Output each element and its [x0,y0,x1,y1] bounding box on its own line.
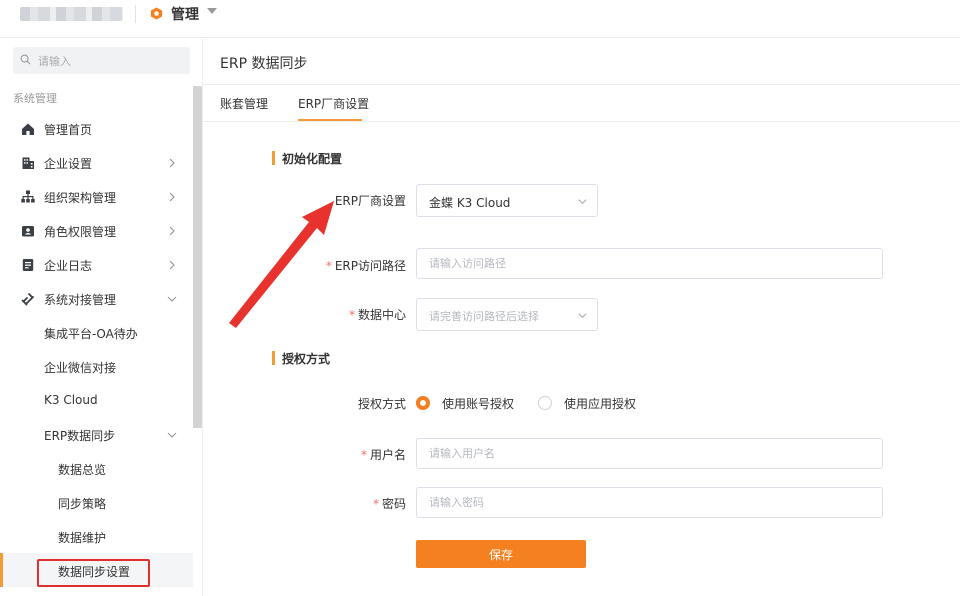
sidebar-item-label: 企业日志 [44,259,93,273]
datacenter-select[interactable]: 请完善访问路径后选择 [416,298,598,331]
sidebar-item-label: 组织架构管理 [44,191,117,205]
chevron-right-icon [169,260,175,270]
sidebar-subitem-label: K3 Cloud [44,393,98,407]
datacenter-select-placeholder: 请完善访问路径后选择 [429,310,539,323]
auth-mode-label: 授权方式 [357,397,406,411]
sidebar-item-enterprise-log[interactable]: 企业日志 [0,250,193,280]
required-mark: * [325,259,332,273]
id-card-icon [22,226,34,237]
password-input[interactable] [416,487,883,518]
vendor-label: ERP厂商设置 [334,194,406,208]
link-icon [21,293,34,306]
org-chart-icon [21,190,35,203]
sidebar-subitem-label: 企业微信对接 [44,361,117,375]
password-label-text: 密码 [381,497,406,511]
sidebar-item-label: 管理首页 [44,123,93,137]
datacenter-label-text: 数据中心 [357,308,406,322]
username-input[interactable] [416,438,883,469]
sidebar-scrollbar[interactable] [193,86,202,428]
section-title-init: 初始化配置 [272,150,342,167]
chevron-down-icon [578,199,587,205]
sidebar-subitem-sync-strategy[interactable]: 同步策略 [0,488,193,518]
vendor-select[interactable]: 金蝶 K3 Cloud [416,184,598,217]
required-mark: * [360,448,367,462]
username-label-text: 用户名 [369,448,406,462]
sidebar-subitem-label: 数据总览 [58,463,107,477]
sidebar-item-label: 企业设置 [44,157,93,171]
radio-app-auth[interactable] [538,396,552,410]
chevron-down-icon [167,432,177,438]
chevron-right-icon [169,192,175,202]
app-switcher-title[interactable]: 管理 [171,4,199,24]
sidebar-subitem-erp-sync[interactable]: ERP数据同步 [0,420,193,450]
caret-down-icon[interactable] [207,8,217,14]
datacenter-label: * 数据中心 [266,306,406,323]
chevron-right-icon [169,158,175,168]
save-button[interactable]: 保存 [416,540,586,568]
chevron-down-icon [578,313,587,319]
sidebar-subitem-label: 数据维护 [58,531,107,545]
radio-account-auth[interactable] [416,396,430,410]
sidebar-item-label: 系统对接管理 [44,293,117,307]
required-mark: * [372,497,379,511]
radio-account-auth-label[interactable]: 使用账号授权 [442,395,514,412]
building-icon [22,157,34,169]
section-title-auth: 授权方式 [272,350,330,367]
path-label: * ERP访问路径 [266,257,406,274]
sidebar-item-label: 角色权限管理 [44,225,117,239]
sidebar-item-enterprise-settings[interactable]: 企业设置 [0,148,193,178]
sidebar-subitem-wecom[interactable]: 企业微信对接 [0,352,193,382]
sidebar-search[interactable]: 请输入 [13,47,190,74]
search-icon [20,54,31,65]
active-indicator [0,553,3,587]
chevron-down-icon [167,296,177,302]
sidebar-item-system-integration[interactable]: 系统对接管理 [0,284,193,314]
log-icon [22,259,34,271]
search-placeholder: 请输入 [38,55,71,68]
sidebar-item-org-structure[interactable]: 组织架构管理 [0,182,193,212]
section-title: 系统管理 [13,92,57,105]
top-bar: 管理 [0,0,960,38]
divider [203,84,960,85]
path-label-text: ERP访问路径 [334,259,406,273]
radio-app-auth-label[interactable]: 使用应用授权 [564,395,636,412]
sidebar-subitem-data-overview[interactable]: 数据总览 [0,454,193,484]
sidebar-subitem-oa-todo[interactable]: 集成平台-OA待办 [0,318,193,348]
username-label: * 用户名 [266,446,406,463]
password-label: * 密码 [266,495,406,512]
tab-erp-vendor-settings[interactable]: ERP厂商设置 [298,95,369,112]
sidebar: 请输入 系统管理 管理首页 企业设置 组织架构管理 角色权限管理 企业日志 系统… [0,39,203,596]
sidebar-subitem-label: 同步策略 [58,497,107,511]
sidebar-subitem-label: ERP数据同步 [44,429,116,443]
divider [135,5,136,23]
home-icon [22,123,34,135]
page-title: ERP 数据同步 [220,56,308,72]
vendor-select-value: 金蝶 K3 Cloud [429,196,511,210]
divider [203,121,960,122]
sidebar-subitem-k3-cloud[interactable]: K3 Cloud [0,386,193,416]
erp-path-input[interactable] [416,248,883,279]
annotation-highlight-box [37,559,150,587]
tab-account-sets[interactable]: 账套管理 [220,95,268,112]
sidebar-item-home[interactable]: 管理首页 [0,114,193,144]
sidebar-item-role-permissions[interactable]: 角色权限管理 [0,216,193,246]
blurred-company-logo [20,7,123,21]
hexagon-app-icon [150,7,163,20]
required-mark: * [348,308,355,322]
sidebar-subitem-data-maintenance[interactable]: 数据维护 [0,522,193,552]
chevron-right-icon [169,226,175,236]
sidebar-subitem-label: 集成平台-OA待办 [44,327,138,341]
